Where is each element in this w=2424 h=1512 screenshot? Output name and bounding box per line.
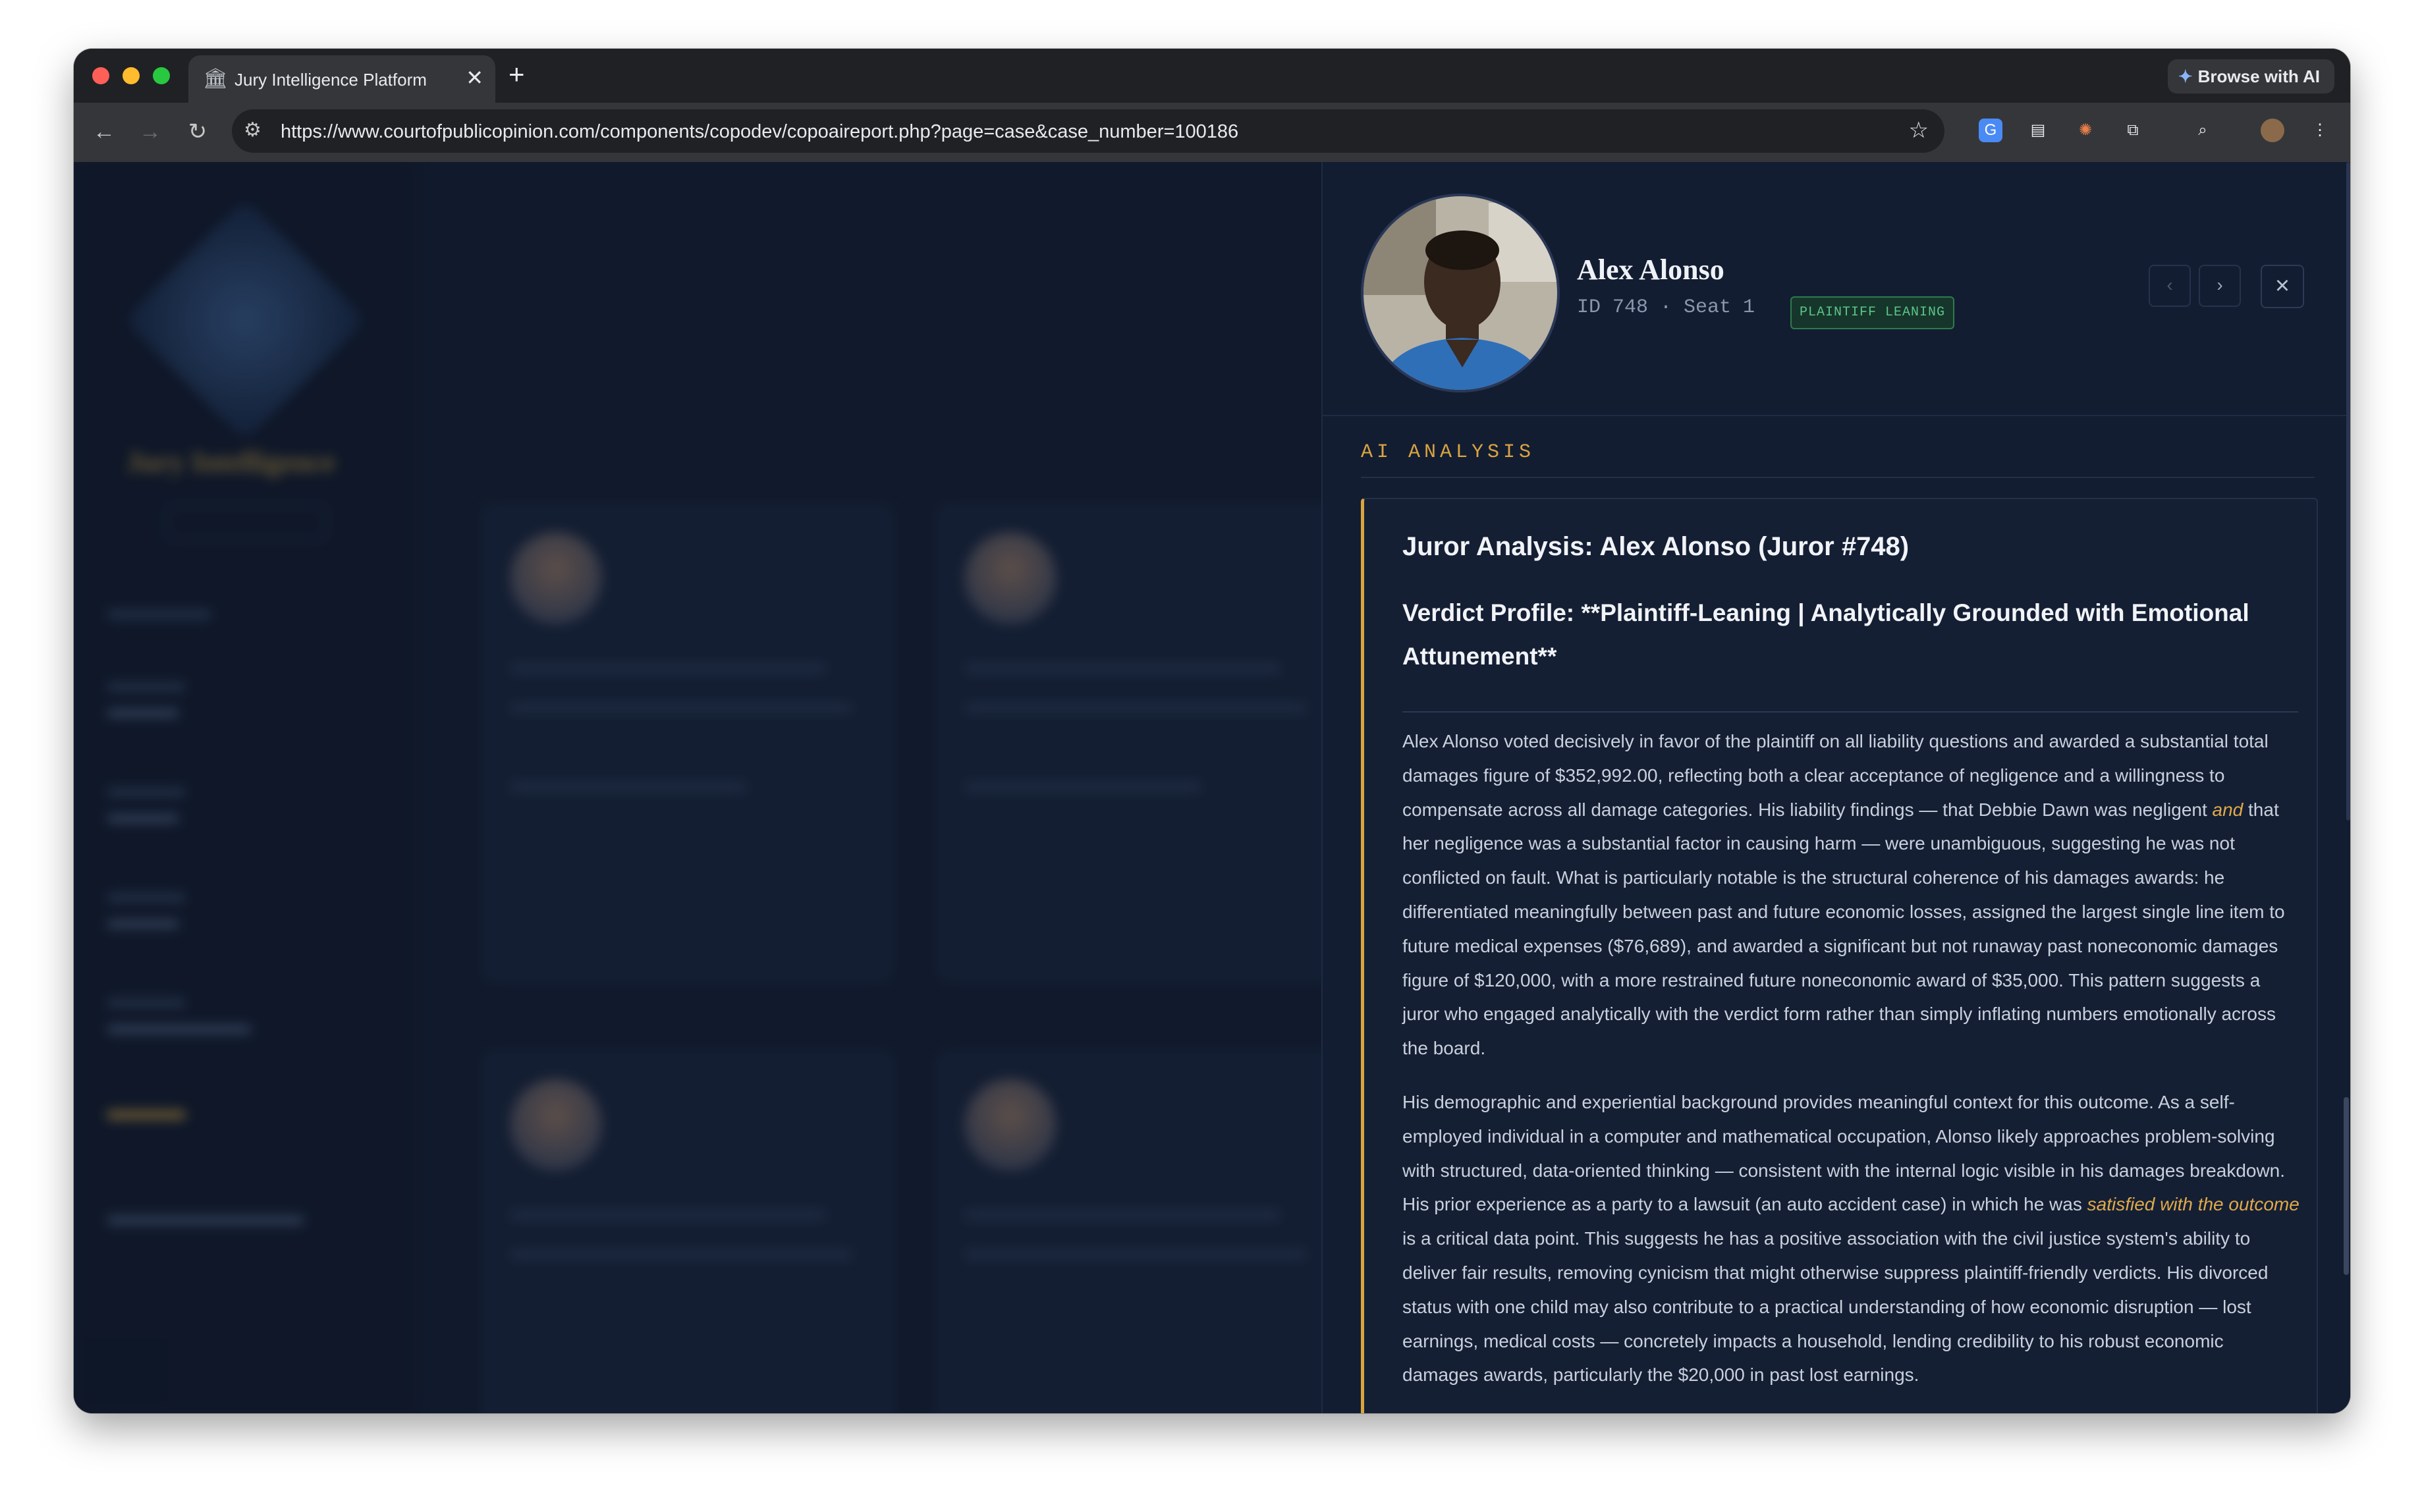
juror-portrait-image [1364, 196, 1557, 390]
minimize-window-button[interactable] [123, 67, 140, 84]
extension-sun-icon[interactable]: ✺ [2074, 119, 2097, 142]
tab-title: Jury Intelligence Platform [234, 70, 427, 90]
forward-arrow-icon[interactable]: → [134, 116, 166, 148]
address-bar[interactable]: ⚙ https://www.courtofpublicopinion.com/c… [232, 109, 1944, 153]
bg-avatar [964, 1079, 1057, 1171]
juror-id-seat: ID 748 · Seat 1 [1577, 296, 1755, 319]
section-title: AI ANALYSIS [1361, 441, 1535, 464]
analysis-card: Juror Analysis: Alex Alonso (Juror #748)… [1361, 498, 2318, 1413]
background-juror-card [482, 1051, 893, 1413]
bg-row [107, 919, 179, 929]
profile-avatar-icon[interactable] [2261, 119, 2284, 142]
bank-icon: 🏛 [203, 68, 229, 90]
verdict-profile-heading: Verdict Profile: **Plaintiff-Leaning | A… [1402, 599, 2249, 670]
bg-line [964, 1250, 1307, 1259]
extension-g-icon[interactable]: G [1979, 119, 2002, 142]
close-window-button[interactable] [92, 67, 109, 84]
browser-toolbar: ← → ↻ ⚙ https://www.courtofpublicopinion… [74, 103, 2350, 162]
bg-line [510, 1250, 852, 1259]
section-divider [1361, 477, 2315, 478]
background-juror-card [482, 504, 893, 981]
juror-name: Alex Alonso [1577, 254, 1724, 286]
bg-row [107, 1110, 186, 1120]
background-pill [166, 504, 327, 540]
sparkle-icon: ✦ [2178, 67, 2193, 86]
bg-line [964, 703, 1307, 713]
title-bar: 🏛 Jury Intelligence Platform ✕ + ✦ Browse… [74, 49, 2350, 103]
browser-window: 🏛 Jury Intelligence Platform ✕ + ✦ Browse… [74, 49, 2350, 1413]
scrollbar-thumb[interactable] [2344, 1097, 2349, 1275]
leaning-badge: PLAINTIFF LEANING [1790, 296, 1955, 329]
bg-line [510, 664, 826, 673]
close-panel-button[interactable]: × [2261, 265, 2304, 308]
background-app-title: Jury Intelligence [126, 446, 335, 478]
bg-row [107, 1025, 252, 1034]
juror-detail-panel: Alex Alonso ID 748 · Seat 1 PLAINTIFF LE… [1321, 162, 2350, 1413]
tab-search-icon[interactable]: ⌕ [2191, 119, 2215, 142]
bg-row [107, 893, 186, 902]
paragraph-text: that her negligence was a substantial fa… [1402, 799, 2285, 1059]
bookmark-star-icon[interactable]: ☆ [1909, 117, 1929, 144]
bg-avatar [510, 532, 602, 624]
tab-close-icon[interactable]: ✕ [466, 66, 483, 90]
bg-line [510, 703, 852, 713]
bg-line [510, 1210, 826, 1220]
juror-photo [1361, 194, 1560, 392]
emphasis-text: and [2212, 799, 2244, 820]
browse-with-ai-button[interactable]: ✦ Browse with AI [2167, 59, 2334, 94]
extensions-puzzle-icon[interactable]: ⧉ [2121, 119, 2145, 142]
analysis-paragraph: Alex Alonso voted decisively in favor of… [1402, 724, 2302, 1066]
browser-tab[interactable]: 🏛 Jury Intelligence Platform ✕ [188, 55, 495, 103]
header-divider [1323, 415, 2350, 416]
page-scrollbar[interactable] [2346, 162, 2350, 821]
bg-row [107, 682, 186, 691]
previous-juror-button[interactable]: ‹ [2149, 265, 2191, 307]
bg-line [964, 664, 1281, 673]
bg-avatar [510, 1079, 602, 1171]
next-juror-button[interactable]: › [2199, 265, 2241, 307]
url-text[interactable]: https://www.courtofpublicopinion.com/com… [281, 121, 1238, 143]
bg-row [107, 610, 212, 619]
analysis-paragraph: His demographic and experiential backgro… [1402, 1085, 2302, 1392]
analysis-title: Juror Analysis: Alex Alonso (Juror #748) [1402, 532, 1910, 561]
browse-with-ai-label: Browse with AI [2197, 67, 2320, 86]
background-juror-card [937, 1051, 1348, 1413]
more-menu-icon[interactable]: ⋮ [2308, 119, 2332, 142]
paragraph-text: is a critical data point. This suggests … [1402, 1228, 2269, 1386]
analysis-divider [1402, 711, 2298, 713]
background-juror-card [937, 504, 1348, 981]
bg-avatar [964, 532, 1057, 624]
close-icon: × [2274, 272, 2290, 300]
bg-row [107, 788, 186, 797]
bg-row [107, 1216, 304, 1225]
bg-line [964, 782, 1201, 792]
chevron-left-icon: ‹ [2166, 275, 2173, 295]
logo-diamond-icon [124, 199, 366, 441]
site-settings-icon[interactable]: ⚙ [244, 119, 262, 142]
bg-row [107, 998, 186, 1008]
extension-window-icon[interactable]: ▤ [2026, 119, 2050, 142]
back-arrow-icon[interactable]: ← [88, 116, 120, 148]
bg-row [107, 814, 179, 823]
page-content: Jury Intelligence Alex Alonso ID 748 · S… [74, 162, 2350, 1413]
background-sidebar: Jury Intelligence [74, 162, 416, 1413]
bg-line [510, 782, 747, 792]
background-app-blurred: Jury Intelligence [74, 162, 1348, 1413]
chevron-right-icon: › [2217, 275, 2223, 295]
new-tab-button[interactable]: + [509, 58, 525, 91]
bg-row [107, 709, 179, 718]
maximize-window-button[interactable] [153, 67, 170, 84]
emphasis-text: satisfied with the outcome [2087, 1194, 2300, 1215]
reload-icon[interactable]: ↻ [182, 116, 213, 148]
paragraph-text: Alex Alonso voted decisively in favor of… [1402, 731, 2269, 820]
bg-line [964, 1210, 1281, 1220]
